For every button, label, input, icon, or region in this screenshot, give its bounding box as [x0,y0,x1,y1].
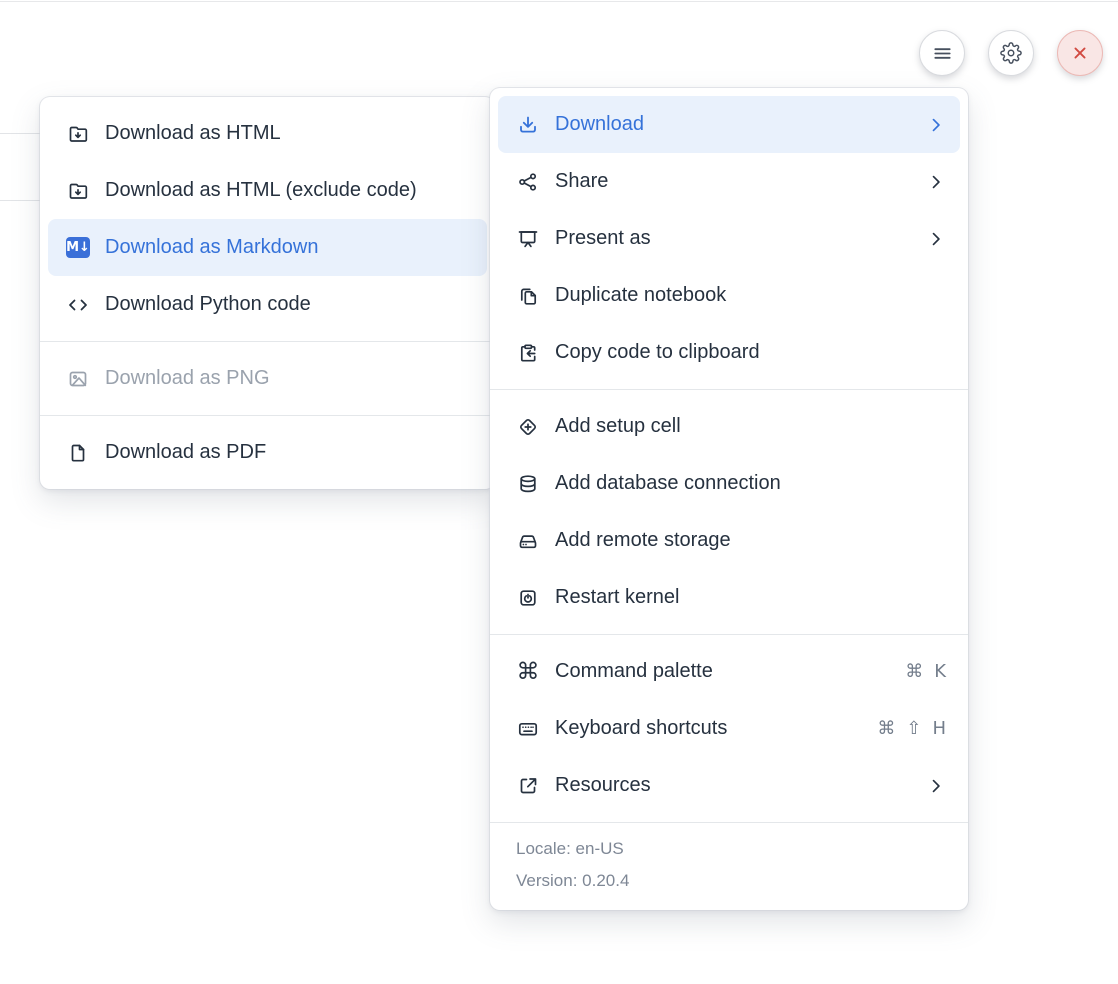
download-submenu: Download as HTML Download as HTML (exclu… [40,97,495,489]
menu-item-label: Add setup cell [555,415,946,438]
menu-item-download-as-html[interactable]: Download as HTML [48,105,487,162]
menu-item-label: Download [555,113,911,136]
menu-item-label: Keyboard shortcuts [555,717,862,740]
menu-item-label: Add database connection [555,472,946,495]
share-icon [516,170,540,194]
external-link-icon [516,774,540,798]
menu-item-command-palette[interactable]: ⌘ Command palette ⌘K [498,643,960,700]
settings-button[interactable] [988,30,1034,76]
menu-item-label: Add remote storage [555,529,946,552]
menu-item-add-setup-cell[interactable]: Add setup cell [498,398,960,455]
menu-item-download-as-png[interactable]: Download as PNG [48,350,487,407]
menu-item-add-remote-storage[interactable]: Add remote storage [498,512,960,569]
menu-item-add-database-connection[interactable]: Add database connection [498,455,960,512]
menu-item-label: Restart kernel [555,586,946,609]
locale-text: Locale: en-US [516,833,942,865]
gear-icon [1000,42,1022,64]
menu-item-label: Copy code to clipboard [555,341,946,364]
menu-item-label: Duplicate notebook [555,284,946,307]
menu-item-label: Download as Markdown [105,236,473,259]
menu-item-download-as-pdf[interactable]: Download as PDF [48,424,487,481]
menu-item-label: Resources [555,774,911,797]
menu-item-label: Download Python code [105,293,473,316]
database-icon [516,472,540,496]
chevron-right-icon [926,776,946,796]
menu-item-share[interactable]: Share [498,153,960,210]
background-cell-border [0,133,44,134]
download-icon [516,113,540,137]
menu-item-copy-code-to-clipboard[interactable]: Copy code to clipboard [498,324,960,381]
storage-drive-icon [516,529,540,553]
main-menu: Download Share [490,88,968,910]
menu-item-download-as-html-exclude-code[interactable]: Download as HTML (exclude code) [48,162,487,219]
menu-item-present-as[interactable]: Present as [498,210,960,267]
image-icon [66,367,90,391]
version-text: Version: 0.20.4 [516,865,942,897]
menu-item-label: Command palette [555,660,890,683]
folder-download-icon [66,122,90,146]
close-icon [1069,42,1091,64]
menu-item-duplicate-notebook[interactable]: Duplicate notebook [498,267,960,324]
folder-download-icon [66,179,90,203]
duplicate-icon [516,284,540,308]
close-button[interactable] [1057,30,1103,76]
menu-item-download-python-code[interactable]: Download Python code [48,276,487,333]
menu-item-resources[interactable]: Resources [498,757,960,814]
menu-item-download[interactable]: Download [498,96,960,153]
menu-footer: Locale: en-US Version: 0.20.4 [490,823,968,910]
background-cell-border [0,200,44,201]
diamond-plus-icon [516,415,540,439]
menu-item-label: Download as PNG [105,367,473,390]
keyboard-shortcut: ⌘K [905,661,946,682]
chevron-right-icon [926,172,946,192]
command-icon: ⌘ [516,660,540,684]
hamburger-menu-button[interactable] [919,30,965,76]
presentation-icon [516,227,540,251]
code-icon [66,293,90,317]
clipboard-arrow-icon [516,341,540,365]
menu-item-label: Present as [555,227,911,250]
chevron-right-icon [926,115,946,135]
page-top-border [0,1,1118,2]
markdown-badge-icon: M↓ [66,236,90,260]
menu-item-keyboard-shortcuts[interactable]: Keyboard shortcuts ⌘⇧H [498,700,960,757]
menu-item-restart-kernel[interactable]: Restart kernel [498,569,960,626]
power-square-icon [516,586,540,610]
window-toolbar [919,30,1103,76]
menu-item-download-as-markdown[interactable]: M↓ Download as Markdown [48,219,487,276]
keyboard-icon [516,717,540,741]
file-icon [66,441,90,465]
chevron-right-icon [926,229,946,249]
hamburger-icon [931,42,954,65]
menu-item-label: Share [555,170,911,193]
menu-item-label: Download as HTML (exclude code) [105,179,473,202]
keyboard-shortcut: ⌘⇧H [877,718,946,739]
menu-item-label: Download as HTML [105,122,473,145]
menu-item-label: Download as PDF [105,441,473,464]
